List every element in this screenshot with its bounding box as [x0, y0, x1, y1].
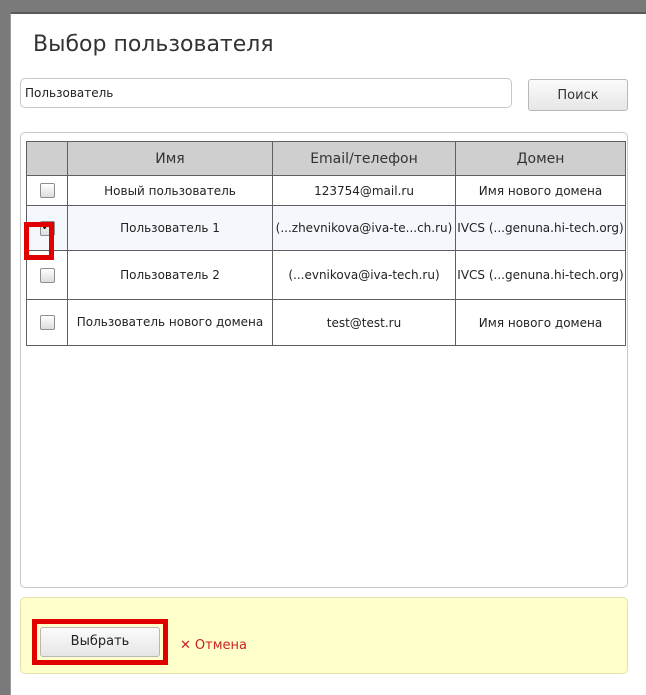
cell-domain: IVCS (...genuna.hi-tech.org): [455, 250, 626, 300]
cell-email: (...evnikova@iva-tech.ru): [272, 250, 456, 300]
users-table: Имя Email/телефон Домен Новый пользовате…: [26, 141, 626, 346]
dialog-title: Выбор пользователя: [33, 32, 274, 57]
search-input[interactable]: [20, 78, 512, 108]
close-icon: ✕: [180, 638, 191, 653]
header-email: Email/телефон: [272, 141, 456, 176]
row-checkbox[interactable]: [39, 183, 55, 198]
checkbox-highlight: [24, 222, 54, 260]
cell-email: test@test.ru: [272, 299, 456, 346]
table-header-row: Имя Email/телефон Домен: [26, 141, 626, 176]
table-row[interactable]: Пользователь 2 (...evnikova@iva-tech.ru)…: [26, 250, 626, 300]
header-select: [26, 141, 68, 176]
header-name: Имя: [67, 141, 273, 176]
cell-domain: Имя нового домена: [455, 299, 626, 346]
users-list-panel: Имя Email/телефон Домен Новый пользовате…: [20, 132, 628, 588]
search-button[interactable]: Поиск: [528, 79, 628, 111]
cell-name: Новый пользователь: [67, 175, 273, 206]
cell-name: Пользователь 1: [67, 205, 273, 251]
table-row[interactable]: Новый пользователь 123754@mail.ru Имя но…: [26, 175, 626, 206]
select-button-highlight: Выбрать: [32, 619, 168, 665]
cancel-link[interactable]: ✕ Отмена: [180, 638, 247, 653]
cell-email: 123754@mail.ru: [272, 175, 456, 206]
table-row[interactable]: Пользователь 1 (...zhevnikova@iva-te...c…: [26, 205, 626, 251]
header-domain: Домен: [455, 141, 626, 176]
cancel-label: Отмена: [194, 638, 247, 653]
select-button[interactable]: Выбрать: [40, 627, 160, 657]
row-checkbox[interactable]: [39, 267, 55, 283]
cell-name: Пользователь 2: [67, 250, 273, 300]
table-row[interactable]: Пользователь нового домена test@test.ru …: [26, 299, 626, 346]
cell-domain: IVCS (...genuna.hi-tech.org): [455, 205, 626, 251]
cell-name: Пользователь нового домена: [67, 299, 273, 346]
cell-email: (...zhevnikova@iva-te...ch.ru): [272, 205, 456, 251]
row-checkbox[interactable]: [39, 315, 55, 330]
cell-domain: Имя нового домена: [455, 175, 626, 206]
